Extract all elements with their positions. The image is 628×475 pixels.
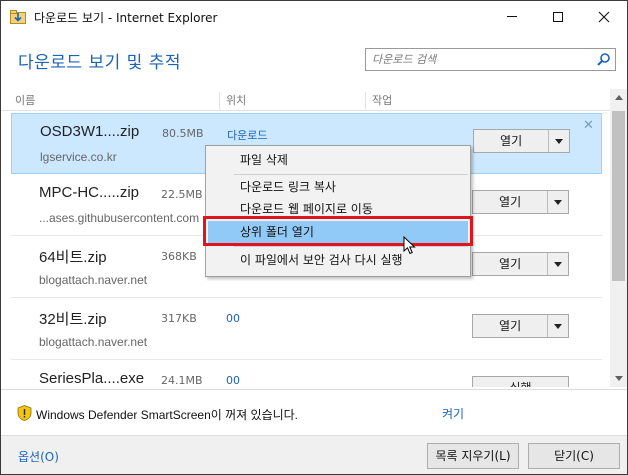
remove-item-icon[interactable]: ✕: [583, 118, 594, 133]
file-size: 24.1MB: [161, 374, 203, 387]
scroll-up-button[interactable]: [610, 89, 627, 106]
open-button[interactable]: 열기: [473, 191, 549, 213]
maximize-button[interactable]: [535, 1, 581, 32]
file-location-link[interactable]: 다운로드: [227, 127, 267, 143]
clear-list-button[interactable]: 목록 지우기(L): [427, 443, 519, 469]
mouse-cursor-icon: [403, 236, 416, 255]
open-split-button[interactable]: 열기: [472, 314, 569, 338]
chevron-down-icon: [555, 138, 564, 144]
column-header-name[interactable]: 이름: [11, 92, 35, 110]
chevron-down-icon: [554, 199, 563, 205]
download-manager-window: 다운로드 보기 - Internet Explorer 다운로드 보기 및 추적…: [0, 0, 628, 475]
file-name: MPC-HC.....zip: [39, 184, 140, 201]
column-header-action[interactable]: 작업: [365, 92, 392, 110]
open-split-button[interactable]: 열기: [472, 190, 569, 214]
open-button[interactable]: 열기: [473, 253, 549, 275]
open-dropdown-button[interactable]: [548, 253, 568, 275]
menu-separator: [234, 174, 468, 175]
scroll-down-button[interactable]: [610, 370, 627, 387]
file-size: 22.5MB: [161, 188, 203, 201]
scrollbar-thumb[interactable]: [612, 111, 625, 281]
file-name: OSD3W1....zip: [40, 123, 140, 140]
file-source: blogattach.naver.net: [39, 273, 148, 287]
search-icon[interactable]: [596, 52, 611, 67]
open-button[interactable]: 열기: [473, 315, 549, 337]
window-title: 다운로드 보기 - Internet Explorer: [34, 11, 218, 25]
open-dropdown-button[interactable]: [548, 315, 568, 337]
close-button[interactable]: 닫기(C): [528, 443, 620, 469]
file-name: 64비트.zip: [39, 249, 107, 266]
open-dropdown-button[interactable]: [548, 191, 568, 213]
page-title: 다운로드 보기 및 추적: [18, 53, 181, 73]
search-box[interactable]: [365, 48, 616, 71]
arrow-down-icon: [614, 376, 623, 381]
column-headers: 이름 위치 작업: [1, 89, 611, 111]
shield-warning-icon: [17, 405, 32, 421]
close-window-button[interactable]: [581, 1, 627, 32]
download-row[interactable]: 32비트.zip 317KB blogattach.naver.net 00 열…: [11, 299, 602, 360]
open-dropdown-button[interactable]: [549, 130, 569, 152]
file-size: 368KB: [161, 250, 197, 263]
download-app-icon: [10, 10, 26, 24]
menu-separator: [234, 246, 468, 247]
file-name: 32비트.zip: [39, 311, 107, 328]
search-input[interactable]: [372, 51, 592, 68]
file-source: blogattach.naver.net: [39, 335, 148, 349]
arrow-up-icon: [614, 95, 623, 100]
file-location-link[interactable]: 00: [226, 374, 240, 387]
chevron-down-icon: [554, 323, 563, 329]
file-location-link[interactable]: 00: [226, 312, 240, 325]
footer: 옵션(O) 목록 지우기(L) 닫기(C): [1, 435, 627, 474]
minimize-icon: [507, 16, 517, 17]
file-source: ...ases.githubusercontent.com: [39, 211, 200, 225]
close-icon: [598, 11, 610, 22]
turn-on-link[interactable]: 켜기: [442, 405, 464, 422]
menu-item-rescan-security[interactable]: 이 파일에서 보안 검사 다시 실행: [208, 249, 468, 271]
open-split-button[interactable]: 열기: [472, 252, 569, 276]
chevron-down-icon: [554, 261, 563, 267]
file-name: SeriesPla....exe: [39, 370, 145, 387]
column-header-location[interactable]: 위치: [219, 92, 246, 110]
notification-text: Windows Defender SmartScreen이 꺼져 있습니다.: [36, 408, 299, 422]
open-button[interactable]: 열기: [474, 130, 550, 152]
menu-item-copy-link[interactable]: 다운로드 링크 복사: [208, 176, 468, 198]
file-source: lgservice.co.kr: [40, 150, 117, 164]
file-size: 317KB: [161, 312, 197, 325]
file-size: 80.5MB: [162, 127, 204, 140]
vertical-scrollbar[interactable]: [610, 89, 627, 387]
options-link[interactable]: 옵션(O): [18, 448, 59, 465]
minimize-button[interactable]: [489, 1, 535, 32]
open-split-button[interactable]: 열기: [473, 129, 570, 153]
annotation-highlight-box: [203, 216, 473, 246]
menu-item-delete-file[interactable]: 파일 삭제: [208, 149, 468, 171]
download-row[interactable]: SeriesPla....exe 24.1MB 00 실행: [11, 361, 602, 387]
title-bar[interactable]: 다운로드 보기 - Internet Explorer: [1, 1, 627, 32]
context-menu: 파일 삭제 다운로드 링크 복사 다운로드 웹 페이지로 이동 상위 폴더 열기…: [205, 145, 471, 277]
run-button[interactable]: 실행: [472, 376, 569, 387]
notification-bar: Windows Defender SmartScreen이 꺼져 있습니다. 켜…: [1, 389, 627, 435]
maximize-icon: [553, 11, 563, 22]
